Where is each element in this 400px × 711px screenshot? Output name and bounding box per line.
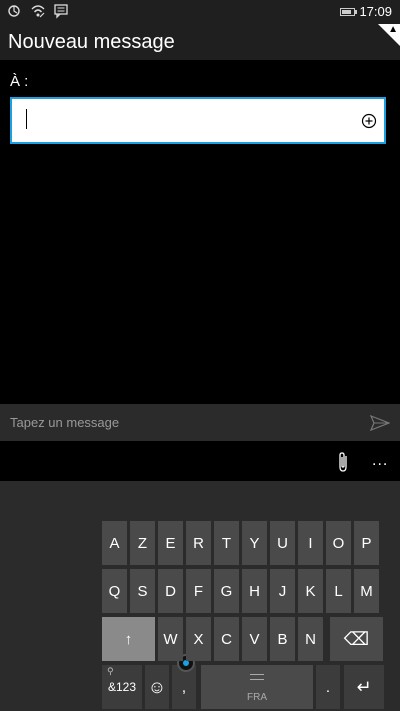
key[interactable]: N — [298, 617, 323, 661]
key[interactable]: L — [326, 569, 351, 613]
clock: 17:09 — [359, 4, 392, 19]
key[interactable]: D — [158, 569, 183, 613]
notification-icon — [54, 4, 68, 19]
key[interactable]: T — [214, 521, 239, 565]
symbols-key-label: &123 — [107, 680, 137, 694]
key[interactable]: I — [298, 521, 323, 565]
space-bar-language: FRA — [247, 692, 267, 703]
key[interactable]: Q — [102, 569, 127, 613]
symbols-key[interactable]: ⚲ &123 — [102, 665, 142, 709]
battery-icon — [340, 8, 357, 16]
backspace-key[interactable]: ⌫ — [330, 617, 383, 661]
symbols-sub-icon: ⚲ — [107, 666, 114, 676]
key[interactable]: A — [102, 521, 127, 565]
space-bar[interactable]: FRA — [201, 665, 313, 709]
shift-key[interactable]: ↑ — [102, 617, 155, 661]
period-key[interactable]: . — [316, 665, 340, 709]
paperclip-icon[interactable] — [336, 451, 350, 473]
send-icon[interactable] — [370, 415, 390, 431]
enter-key[interactable]: ↵ — [344, 665, 384, 709]
key[interactable]: B — [270, 617, 295, 661]
key[interactable]: Z — [130, 521, 155, 565]
key[interactable]: G — [214, 569, 239, 613]
key[interactable]: U — [270, 521, 295, 565]
page-title: Nouveau message — [8, 31, 175, 53]
recipient-input[interactable] — [10, 97, 386, 144]
key[interactable]: F — [186, 569, 211, 613]
key[interactable]: R — [186, 521, 211, 565]
message-compose-field[interactable]: Tapez un message — [0, 404, 400, 441]
key[interactable]: P — [354, 521, 379, 565]
key[interactable]: K — [298, 569, 323, 613]
recipient-label: À : — [10, 73, 29, 90]
app-header: Nouveau message — [0, 24, 400, 60]
emoji-key[interactable]: ☺ — [145, 665, 169, 709]
wifi-icon — [31, 5, 45, 18]
key[interactable]: V — [242, 617, 267, 661]
key[interactable]: E — [158, 521, 183, 565]
text-caret — [26, 109, 27, 129]
add-contact-icon[interactable] — [361, 113, 377, 129]
space-bar-icon — [250, 674, 264, 680]
compose-placeholder: Tapez un message — [10, 415, 120, 430]
key[interactable]: C — [214, 617, 239, 661]
key[interactable]: Y — [242, 521, 267, 565]
more-button[interactable]: ... — [372, 452, 388, 470]
key[interactable]: M — [354, 569, 379, 613]
status-bar: 17:09 — [0, 0, 400, 24]
key[interactable]: X — [186, 617, 211, 661]
key[interactable]: W — [158, 617, 183, 661]
key[interactable]: O — [326, 521, 351, 565]
key[interactable]: H — [242, 569, 267, 613]
key[interactable]: J — [270, 569, 295, 613]
key[interactable]: S — [130, 569, 155, 613]
corner-badge-icon: ▲ — [388, 24, 398, 35]
sync-icon — [8, 5, 20, 17]
